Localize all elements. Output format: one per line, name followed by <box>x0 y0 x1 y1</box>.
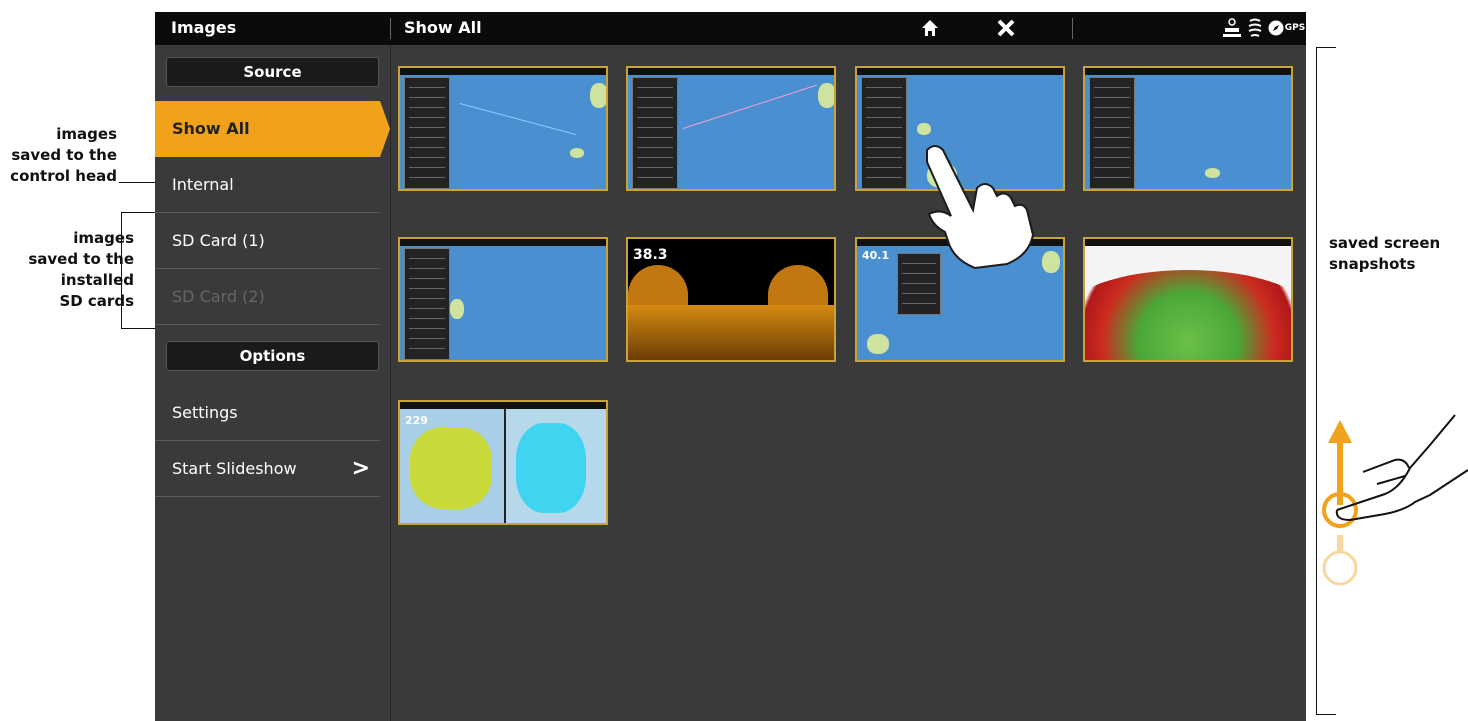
bracket-line <box>121 212 155 213</box>
bracket-line <box>1316 714 1336 715</box>
image-thumbnail[interactable]: 38.3 <box>626 237 836 362</box>
annotation-line: saved to the <box>11 146 117 164</box>
image-thumbnail[interactable] <box>626 66 836 191</box>
sidebar-item-label: SD Card (2) <box>172 287 265 306</box>
annotation-line: installed <box>60 271 134 289</box>
transducer-icon <box>1222 17 1242 39</box>
gps-icon: GPS <box>1284 23 1306 33</box>
image-thumbnail[interactable] <box>1083 237 1293 362</box>
app-title: Images <box>171 18 237 37</box>
sidebar-item-settings[interactable]: Settings <box>155 385 380 441</box>
annotation-line: control head <box>10 167 117 185</box>
annotation-line: snapshots <box>1329 255 1416 273</box>
thumbnail-readout: 38.3 <box>633 247 668 263</box>
bracket-line <box>1316 47 1336 48</box>
sidebar-item-label: Start Slideshow <box>172 459 297 478</box>
close-icon[interactable] <box>994 17 1018 39</box>
top-bar: Images Show All GPS <box>155 12 1306 45</box>
annotation-line: images <box>56 125 117 143</box>
image-thumbnail[interactable] <box>398 237 608 362</box>
view-title: Show All <box>404 18 482 37</box>
divider <box>390 18 391 39</box>
sidebar-item-internal[interactable]: Internal <box>155 157 380 213</box>
annotation-line: images <box>73 229 134 247</box>
home-icon[interactable] <box>918 17 942 39</box>
sidebar-item-label: SD Card (1) <box>172 231 265 250</box>
annotation-snapshots: saved screen snapshots <box>1329 233 1440 275</box>
sidebar-item-label: Settings <box>172 403 238 422</box>
swipe-up-gesture-icon <box>1322 414 1468 586</box>
sidebar-item-label: Internal <box>172 175 234 194</box>
sidebar-item-sd-card-2: SD Card (2) <box>155 269 380 325</box>
image-thumbnail[interactable] <box>398 66 608 191</box>
annotation-line: saved to the <box>28 250 134 268</box>
annotation-line: saved screen <box>1329 234 1441 252</box>
thumbnail-readout: 229 <box>405 414 428 427</box>
sidebar-item-sd-card-1[interactable]: SD Card (1) <box>155 213 380 269</box>
image-thumbnail[interactable] <box>1083 66 1293 191</box>
annotation-line: SD cards <box>59 292 134 310</box>
bracket-line <box>121 212 122 329</box>
divider <box>1072 18 1073 39</box>
image-thumbnail[interactable]: 229 <box>398 400 608 525</box>
annotation-sd-cards: images saved to the installed SD cards <box>0 228 134 312</box>
thumbnail-readout: 40.1 <box>862 249 890 262</box>
selection-indicator <box>380 101 390 157</box>
sidebar-item-start-slideshow[interactable]: Start Slideshow > <box>155 441 380 497</box>
sidebar-item-show-all[interactable]: Show All <box>155 101 390 157</box>
tap-hand-icon <box>926 145 1035 270</box>
section-header-options: Options <box>166 341 379 371</box>
device-screen: Images Show All GPS Source Show All Inte… <box>155 12 1306 721</box>
annotation-control-head: images saved to the control head <box>0 124 117 187</box>
bracket-line <box>1316 47 1317 715</box>
sidebar-item-label: Show All <box>172 119 250 138</box>
sonar-icon <box>1246 17 1264 39</box>
sidebar: Source Show All Internal SD Card (1) SD … <box>155 45 390 721</box>
panel-divider <box>390 45 391 721</box>
section-header-source: Source <box>166 57 379 87</box>
compass-icon <box>1267 17 1285 39</box>
chevron-right-icon: > <box>351 456 370 481</box>
bracket-line <box>121 328 155 329</box>
